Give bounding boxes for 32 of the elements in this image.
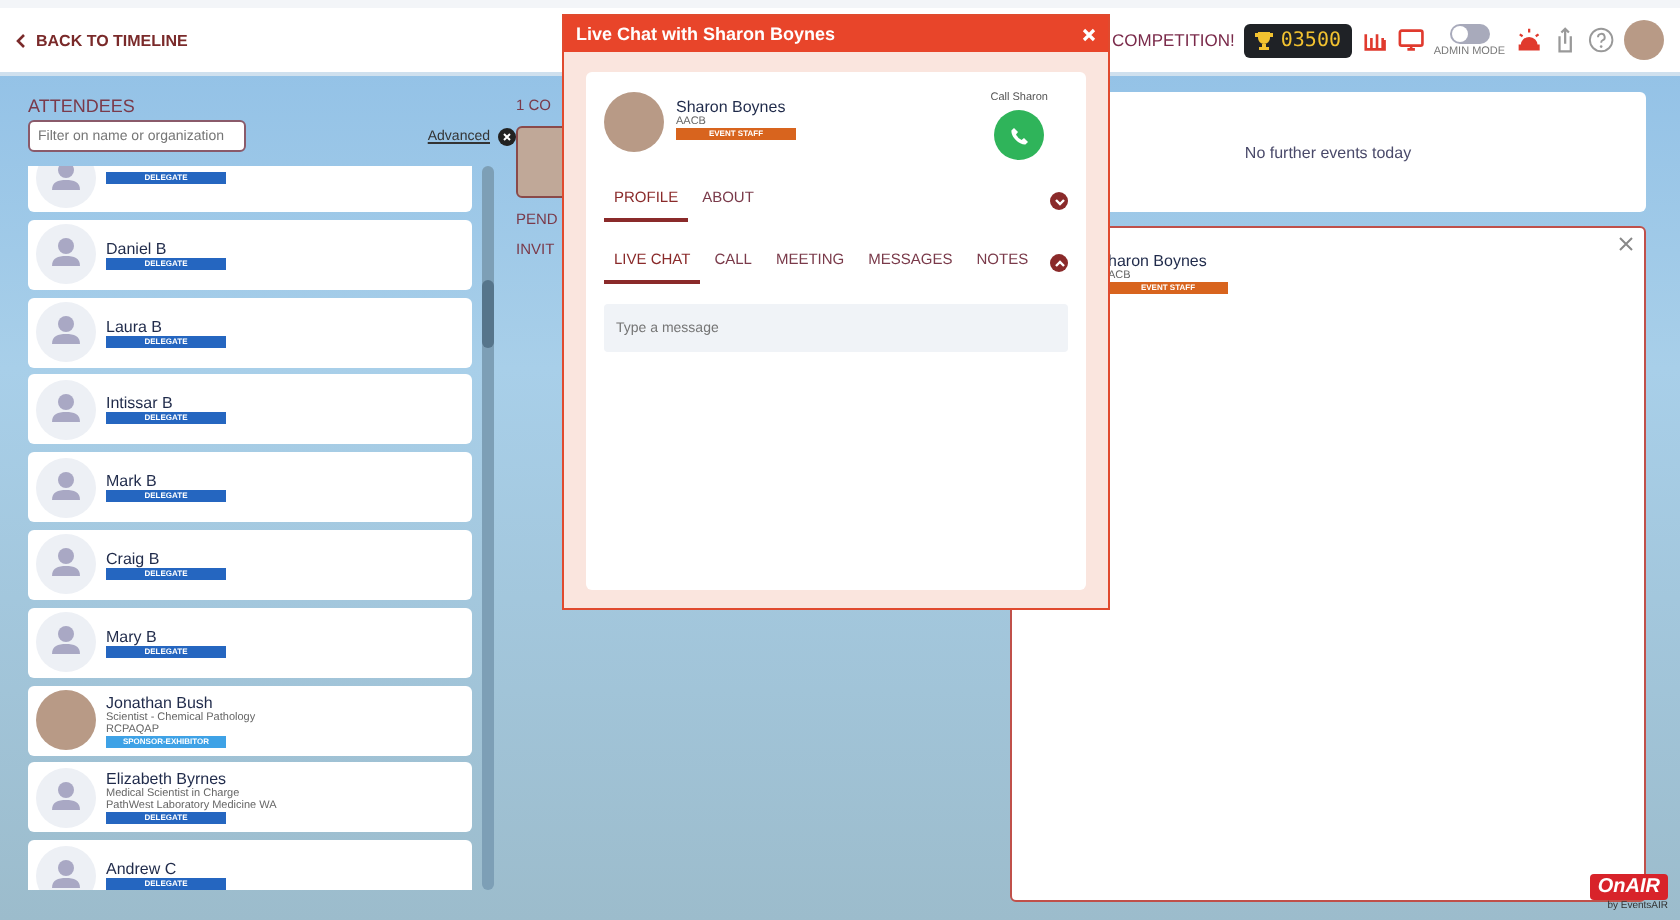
section-title: ATTENDEES xyxy=(28,96,137,116)
attendee-name: Elizabeth Byrnes xyxy=(106,770,227,789)
chevron-down-icon[interactable] xyxy=(1050,192,1068,210)
score-badge: 03500 xyxy=(1244,23,1351,57)
attendee-name: Intissar B xyxy=(106,394,175,413)
call-button[interactable] xyxy=(994,110,1045,160)
scrollbar[interactable] xyxy=(482,166,494,890)
trophy-icon xyxy=(1254,30,1275,50)
attendee-name: Laura B xyxy=(106,317,165,336)
user-avatar[interactable] xyxy=(1624,20,1665,60)
attendee-name: Jonathan Bush xyxy=(106,693,215,712)
contact-name: Sharon Boynes xyxy=(676,98,788,116)
attendee-name: Mark B xyxy=(106,472,159,491)
phone-icon xyxy=(1009,125,1030,145)
back-link[interactable]: BACK TO TIMELINE xyxy=(16,31,188,49)
admin-mode-toggle[interactable] xyxy=(1449,23,1490,43)
help-icon[interactable] xyxy=(1587,26,1615,54)
attendee-name: Andrew C xyxy=(106,860,179,879)
empty-message: No further events today xyxy=(1244,143,1412,161)
chevron-up-icon[interactable] xyxy=(1050,254,1068,272)
alarm-light-icon[interactable] xyxy=(1515,26,1542,54)
photo-placeholder xyxy=(604,92,664,152)
attendee-name: Mary B xyxy=(106,627,159,646)
competition-label: COMPETITION! xyxy=(1112,30,1235,50)
close-icon[interactable] xyxy=(498,127,516,145)
close-button[interactable] xyxy=(1082,27,1096,41)
monitor-icon[interactable] xyxy=(1397,26,1424,54)
attendee-name: Craig B xyxy=(106,549,162,568)
chevron-left-icon xyxy=(16,33,26,47)
attendee-name: Daniel B xyxy=(106,239,169,258)
brand-logo: OnAIR xyxy=(1589,874,1668,900)
window-title: Live Chat with Sharon Boynes xyxy=(576,24,836,44)
